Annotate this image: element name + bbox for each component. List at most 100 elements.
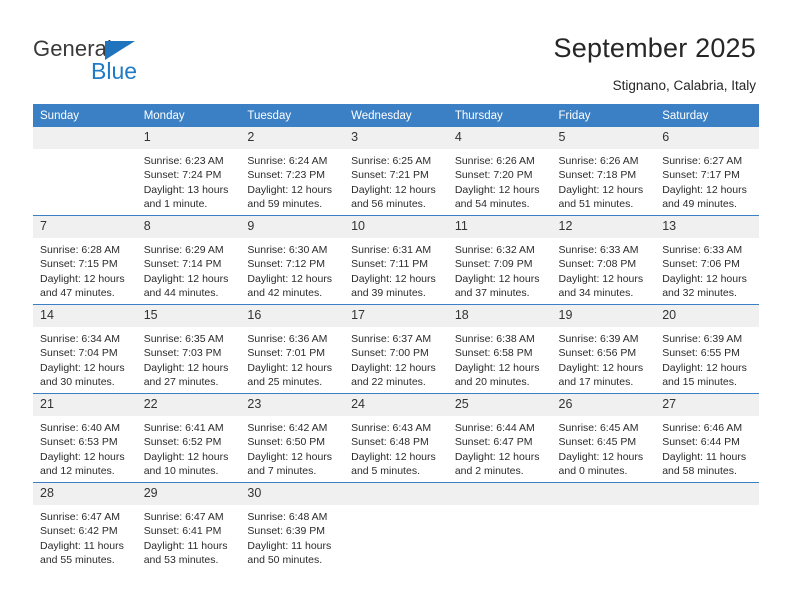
calendar-day-cell[interactable]: 15 Sunrise: 6:35 AM Sunset: 7:03 PM Dayligh… [136, 304, 241, 394]
calendar-day-cell[interactable]: 23 Sunrise: 6:42 AM Sunset: 6:50 PM Dayligh… [240, 393, 345, 483]
calendar-day-cell[interactable]: 29 Sunrise: 6:47 AM Sunset: 6:41 PM Dayligh… [136, 482, 241, 571]
weekday-header-wednesday: Wednesday [344, 104, 448, 127]
calendar-day-cell[interactable]: 26 Sunrise: 6:45 AM Sunset: 6:45 PM Dayligh… [551, 393, 656, 483]
calendar-cell-empty [551, 482, 656, 571]
day-detail-line: Sunrise: 6:36 AM [247, 333, 328, 345]
day-detail-line: Daylight: 12 hours [143, 361, 229, 374]
day-detail-line: Sunrise: 6:26 AM [558, 155, 639, 167]
calendar-day-cell[interactable]: 28 Sunrise: 6:47 AM Sunset: 6:42 PM Dayligh… [33, 482, 137, 571]
calendar-day-cell[interactable]: 12 Sunrise: 6:33 AM Sunset: 7:08 PM Dayligh… [551, 215, 656, 305]
day-detail-line: Sunrise: 6:33 AM [558, 244, 639, 256]
calendar-day-cell[interactable]: 1 Sunrise: 6:23 AM Sunset: 7:24 PM Daylight… [136, 127, 241, 216]
calendar-week-row: 1 Sunrise: 6:23 AM Sunset: 7:24 PM Daylight… [33, 127, 759, 216]
day-detail-line: Sunrise: 6:27 AM [662, 155, 743, 167]
day-detail-line: Daylight: 12 hours [40, 272, 125, 285]
day-details: Sunrise: 6:43 AM Sunset: 6:48 PM Daylight:… [344, 416, 448, 478]
day-detail-line: and 44 minutes. [143, 286, 219, 299]
day-details: Sunrise: 6:26 AM Sunset: 7:20 PM Daylight:… [448, 149, 552, 211]
day-detail-line: Sunrise: 6:34 AM [40, 333, 120, 345]
calendar-day-cell[interactable]: 24 Sunrise: 6:43 AM Sunset: 6:48 PM Dayligh… [344, 393, 448, 483]
calendar-day-cell[interactable]: 22 Sunrise: 6:41 AM Sunset: 6:52 PM Dayligh… [136, 393, 241, 483]
day-detail-line: Sunrise: 6:38 AM [454, 333, 535, 345]
day-details: Sunrise: 6:48 AM Sunset: 6:39 PM Daylight:… [240, 505, 344, 567]
calendar-day-cell[interactable]: 17 Sunrise: 6:37 AM Sunset: 7:00 PM Dayligh… [344, 304, 448, 394]
day-detail-line: Sunset: 6:45 PM [558, 436, 637, 449]
day-details: Sunrise: 6:26 AM Sunset: 7:18 PM Daylight:… [552, 149, 656, 211]
day-detail-line: Sunset: 7:24 PM [143, 169, 222, 182]
day-number: 7 [33, 216, 137, 238]
day-detail-line: Sunrise: 6:44 AM [454, 422, 535, 434]
day-detail-line: Sunrise: 6:46 AM [662, 422, 743, 434]
day-detail-line: Sunset: 6:55 PM [662, 347, 740, 360]
brand-logo[interactable]: General Blue [33, 36, 233, 86]
day-detail-line: Daylight: 11 hours [247, 539, 332, 552]
day-detail-line: Daylight: 12 hours [558, 450, 644, 463]
day-details: Sunrise: 6:44 AM Sunset: 6:47 PM Daylight:… [448, 416, 552, 478]
day-details: Sunrise: 6:41 AM Sunset: 6:52 PM Daylight:… [137, 416, 241, 478]
calendar-day-cell[interactable]: 19 Sunrise: 6:39 AM Sunset: 6:56 PM Dayligh… [551, 304, 656, 394]
day-details: Sunrise: 6:42 AM Sunset: 6:50 PM Daylight:… [240, 416, 344, 478]
calendar-day-cell[interactable]: 25 Sunrise: 6:44 AM Sunset: 6:47 PM Dayligh… [447, 393, 552, 483]
day-detail-line: Sunrise: 6:43 AM [351, 422, 432, 434]
day-detail-line: Sunset: 6:50 PM [247, 436, 326, 449]
calendar-day-cell[interactable]: 2 Sunrise: 6:24 AM Sunset: 7:23 PM Daylight… [240, 127, 345, 216]
day-details: Sunrise: 6:36 AM Sunset: 7:01 PM Daylight:… [240, 327, 344, 389]
day-detail-line: Sunrise: 6:37 AM [351, 333, 432, 345]
day-detail-line: and 25 minutes. [247, 375, 323, 388]
day-details: Sunrise: 6:40 AM Sunset: 6:53 PM Daylight:… [33, 416, 137, 478]
day-detail-line: Sunrise: 6:26 AM [454, 155, 535, 167]
day-detail-line: Sunset: 7:23 PM [247, 169, 326, 182]
calendar-day-cell[interactable]: 6 Sunrise: 6:27 AM Sunset: 7:17 PM Daylight… [655, 127, 759, 216]
calendar-day-cell[interactable]: 8 Sunrise: 6:29 AM Sunset: 7:14 PM Daylight… [136, 215, 241, 305]
calendar-day-cell[interactable]: 14 Sunrise: 6:34 AM Sunset: 7:04 PM Dayligh… [33, 304, 137, 394]
day-detail-line: Sunset: 6:41 PM [143, 525, 222, 538]
day-detail-line: and 59 minutes. [247, 197, 323, 210]
calendar-day-cell[interactable]: 13 Sunrise: 6:33 AM Sunset: 7:06 PM Dayligh… [655, 215, 759, 305]
day-number: 21 [33, 394, 137, 416]
day-detail-line: Daylight: 12 hours [351, 361, 436, 374]
calendar-day-cell[interactable]: 4 Sunrise: 6:26 AM Sunset: 7:20 PM Daylight… [447, 127, 552, 216]
day-detail-line: Daylight: 12 hours [662, 272, 747, 285]
day-detail-line: Daylight: 11 hours [143, 539, 228, 552]
calendar-day-cell[interactable]: 5 Sunrise: 6:26 AM Sunset: 7:18 PM Daylight… [551, 127, 656, 216]
day-details: Sunrise: 6:34 AM Sunset: 7:04 PM Daylight:… [33, 327, 137, 389]
day-detail-line: Daylight: 12 hours [40, 361, 125, 374]
calendar-day-cell[interactable]: 11 Sunrise: 6:32 AM Sunset: 7:09 PM Dayligh… [447, 215, 552, 305]
calendar-week-row: 28 Sunrise: 6:47 AM Sunset: 6:42 PM Dayligh… [33, 482, 759, 571]
day-detail-line: Sunset: 7:08 PM [558, 258, 637, 271]
day-details: Sunrise: 6:32 AM Sunset: 7:09 PM Daylight:… [448, 238, 552, 300]
day-detail-line: Sunset: 7:20 PM [454, 169, 533, 182]
calendar-day-cell[interactable]: 18 Sunrise: 6:38 AM Sunset: 6:58 PM Dayligh… [447, 304, 552, 394]
day-detail-line: and 49 minutes. [662, 197, 737, 210]
day-details: Sunrise: 6:47 AM Sunset: 6:42 PM Daylight:… [33, 505, 137, 567]
day-number: 8 [136, 216, 241, 238]
calendar-day-cell[interactable]: 27 Sunrise: 6:46 AM Sunset: 6:44 PM Dayligh… [655, 393, 759, 483]
calendar-day-cell[interactable]: 10 Sunrise: 6:31 AM Sunset: 7:11 PM Dayligh… [344, 215, 448, 305]
day-details: Sunrise: 6:45 AM Sunset: 6:45 PM Daylight:… [552, 416, 656, 478]
day-detail-line: Daylight: 12 hours [454, 272, 540, 285]
calendar-day-cell[interactable]: 3 Sunrise: 6:25 AM Sunset: 7:21 PM Daylight… [344, 127, 448, 216]
day-details: Sunrise: 6:29 AM Sunset: 7:14 PM Daylight:… [137, 238, 241, 300]
day-detail-line: and 5 minutes. [351, 464, 420, 477]
calendar-day-cell[interactable]: 9 Sunrise: 6:30 AM Sunset: 7:12 PM Daylight… [240, 215, 345, 305]
day-number: 20 [655, 305, 759, 327]
day-detail-line: Daylight: 12 hours [351, 272, 436, 285]
calendar-day-cell[interactable]: 30 Sunrise: 6:48 AM Sunset: 6:39 PM Dayligh… [240, 482, 345, 571]
day-detail-line: Sunset: 7:12 PM [247, 258, 326, 271]
calendar-cell-empty [344, 482, 448, 571]
day-detail-line: and 12 minutes. [40, 464, 115, 477]
day-detail-line: Sunrise: 6:30 AM [247, 244, 328, 256]
day-details: Sunrise: 6:37 AM Sunset: 7:00 PM Daylight:… [344, 327, 448, 389]
day-details: Sunrise: 6:33 AM Sunset: 7:08 PM Daylight:… [552, 238, 656, 300]
calendar-cell-empty [655, 482, 759, 571]
calendar-day-cell[interactable]: 7 Sunrise: 6:28 AM Sunset: 7:15 PM Daylight… [33, 215, 137, 305]
day-detail-line: Sunset: 7:14 PM [143, 258, 222, 271]
page-header: General Blue September 2025 Stignano, Ca… [0, 0, 792, 104]
calendar-day-cell[interactable]: 16 Sunrise: 6:36 AM Sunset: 7:01 PM Dayligh… [240, 304, 345, 394]
day-detail-line: and 50 minutes. [247, 553, 323, 566]
calendar-day-cell[interactable]: 21 Sunrise: 6:40 AM Sunset: 6:53 PM Dayligh… [33, 393, 137, 483]
day-number: 5 [551, 127, 656, 149]
calendar-day-cell[interactable]: 20 Sunrise: 6:39 AM Sunset: 6:55 PM Dayligh… [655, 304, 759, 394]
day-detail-line: Sunset: 6:44 PM [662, 436, 740, 449]
day-detail-line: Sunset: 7:17 PM [662, 169, 740, 182]
